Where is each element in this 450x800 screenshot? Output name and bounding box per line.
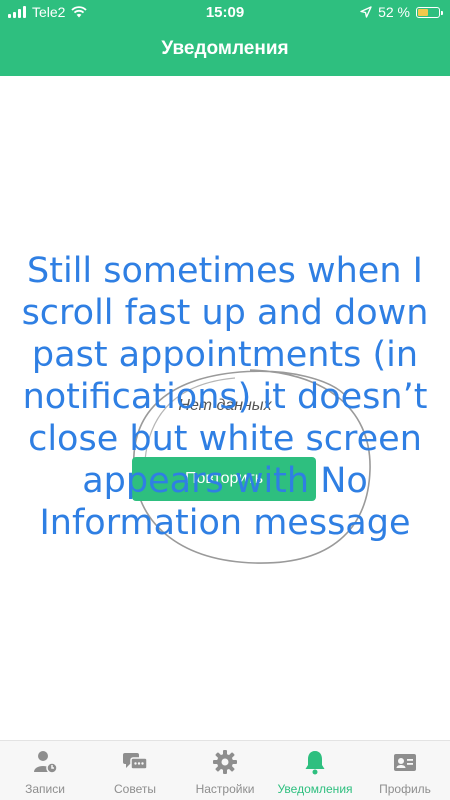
tab-label: Настройки	[195, 782, 255, 796]
status-right: 52 %	[360, 4, 443, 20]
location-arrow-icon	[360, 6, 372, 18]
tab-label: Профиль	[379, 782, 431, 796]
tab-bar: Записи Советы Настройки Уведомления Проф…	[0, 740, 450, 800]
gear-icon	[213, 750, 237, 774]
header-bar: Tele2 15:09 52 % Уведомления	[0, 0, 450, 76]
battery-percent: 52 %	[378, 4, 410, 20]
tab-label: Уведомления	[277, 782, 353, 796]
tab-label: Записи	[25, 782, 65, 796]
tab-appointments[interactable]: Записи	[0, 741, 90, 800]
tab-settings[interactable]: Настройки	[180, 741, 270, 800]
tab-tips[interactable]: Советы	[90, 741, 180, 800]
tab-profile[interactable]: Профиль	[360, 741, 450, 800]
battery-icon	[416, 6, 443, 18]
tab-notifications[interactable]: Уведомления	[270, 741, 360, 800]
bug-annotation-text: Still sometimes when I scroll fast up an…	[21, 251, 429, 543]
profile-card-icon	[394, 754, 416, 771]
page-title: Уведомления	[161, 38, 289, 59]
status-bar: Tele2 15:09 52 %	[0, 0, 450, 26]
battery-fill	[418, 8, 428, 16]
chat-icon	[123, 753, 148, 770]
tab-label: Советы	[114, 782, 156, 796]
appointments-icon	[34, 751, 58, 774]
bell-icon	[305, 751, 325, 775]
